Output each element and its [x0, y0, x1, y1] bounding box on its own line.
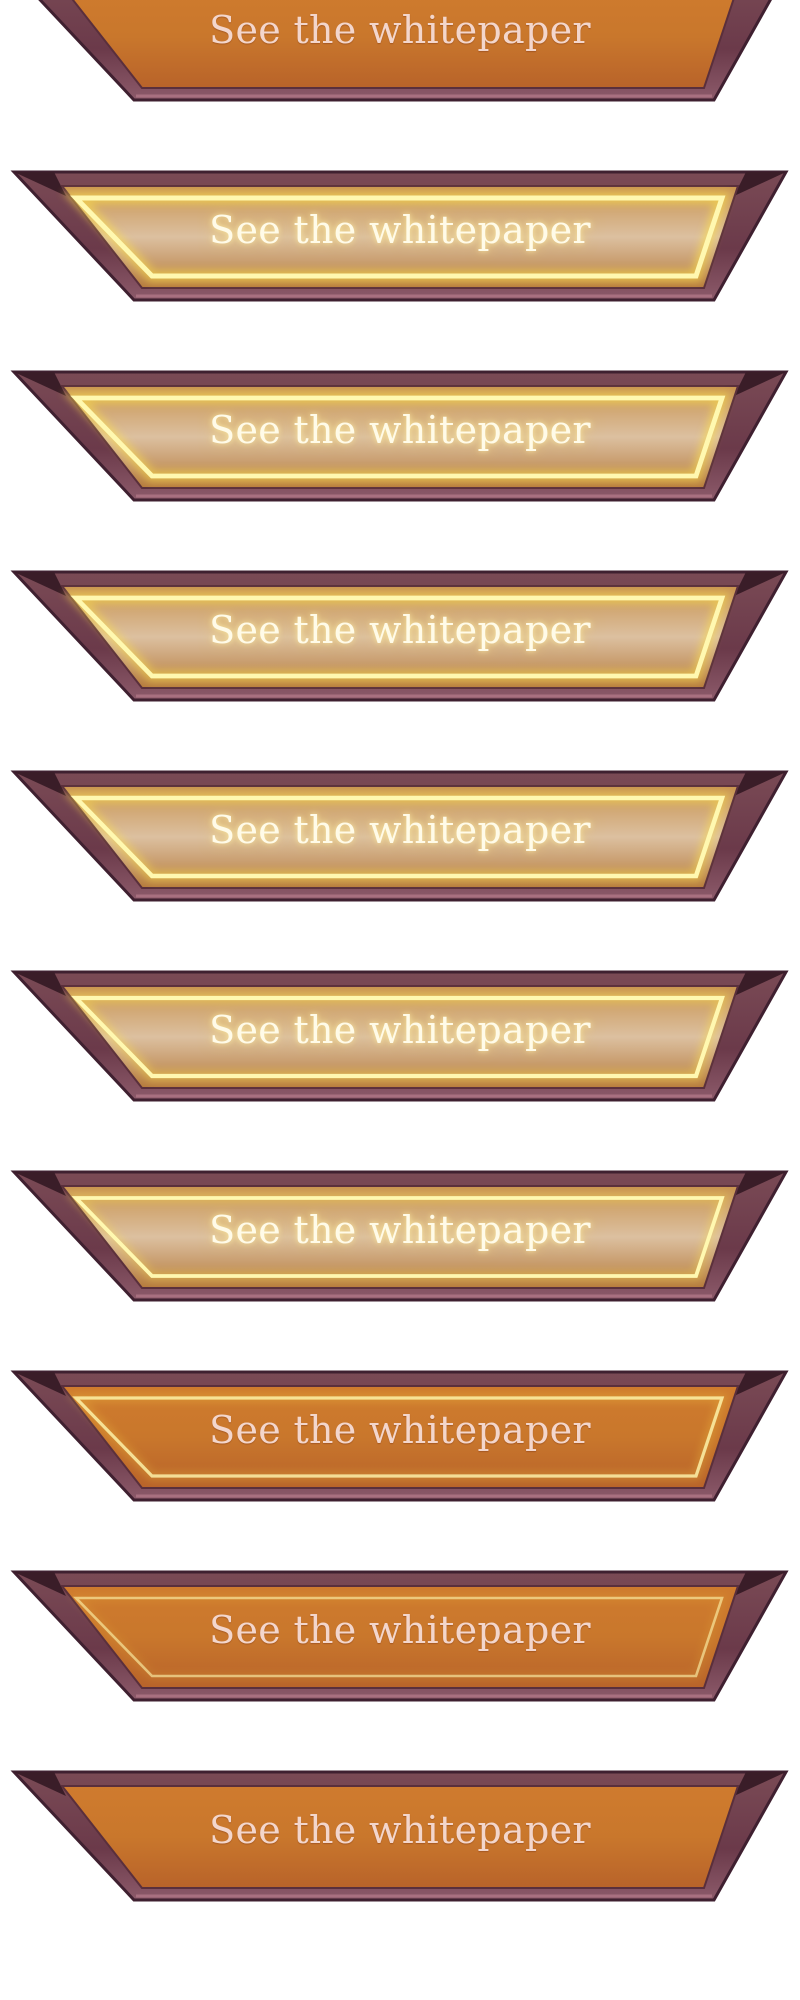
whitepaper-button-frame-10[interactable]: See the whitepaper: [10, 1770, 789, 1904]
whitepaper-button-frame-4[interactable]: See the whitepaper: [10, 570, 789, 704]
button-label: See the whitepaper: [209, 1208, 591, 1252]
whitepaper-button-frame-6[interactable]: See the whitepaper: [10, 970, 789, 1104]
button-label: See the whitepaper: [209, 408, 591, 452]
whitepaper-button-frame-9[interactable]: See the whitepaper: [10, 1570, 789, 1704]
whitepaper-button-frame-2[interactable]: See the whitepaper: [10, 170, 789, 304]
button-label: See the whitepaper: [209, 1008, 591, 1052]
whitepaper-button-frame-5[interactable]: See the whitepaper: [10, 770, 789, 904]
button-state-sheet: See the whitepaper See the whitepaper See …: [0, 0, 800, 2000]
button-label: See the whitepaper: [209, 1608, 591, 1652]
button-label: See the whitepaper: [209, 8, 591, 52]
button-label: See the whitepaper: [209, 808, 591, 852]
button-label: See the whitepaper: [209, 208, 591, 252]
button-label: See the whitepaper: [209, 608, 591, 652]
whitepaper-button-frame-7[interactable]: See the whitepaper: [10, 1170, 789, 1304]
whitepaper-button-frame-1[interactable]: See the whitepaper: [14, 0, 786, 104]
whitepaper-button-frame-8[interactable]: See the whitepaper: [10, 1370, 789, 1504]
button-label: See the whitepaper: [209, 1808, 591, 1852]
whitepaper-button-frame-3[interactable]: See the whitepaper: [10, 370, 789, 504]
button-label: See the whitepaper: [209, 1408, 591, 1452]
